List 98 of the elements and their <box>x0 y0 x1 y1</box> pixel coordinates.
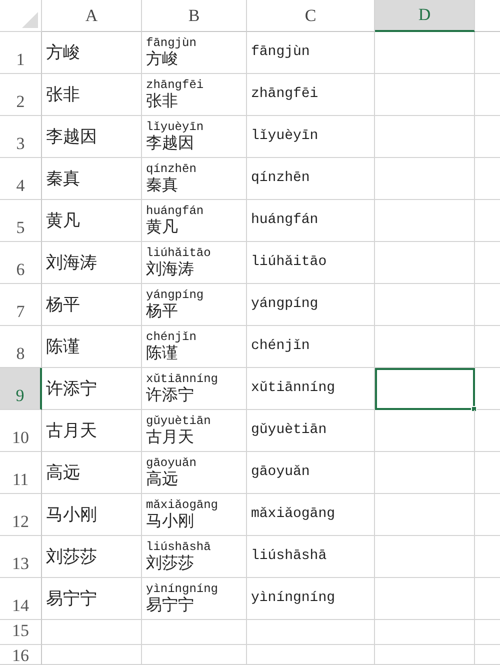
row-header[interactable]: 4 <box>0 158 42 200</box>
empty-cell[interactable] <box>142 620 247 645</box>
phonetic-text: lǐyuèyīn <box>146 120 205 134</box>
table-cell: gǔyuètiān <box>247 410 375 452</box>
empty-cell[interactable] <box>142 645 247 665</box>
phonetic-text: mǎxiǎogāng <box>146 498 220 512</box>
table-cell: 张非 <box>42 74 142 116</box>
table-cell: 黄凡 <box>42 200 142 242</box>
fill-handle[interactable] <box>471 406 477 412</box>
phonetic-text: fāngjùn <box>146 36 198 50</box>
phonetic-text: liúhǎitāo <box>146 246 212 260</box>
table-cell-text: 黄凡 <box>146 218 179 237</box>
row-header[interactable]: 11 <box>0 452 42 494</box>
row-header[interactable]: 9 <box>0 368 42 410</box>
phonetic-text: zhāngfēi <box>146 78 205 92</box>
table-cell: 陈谨 <box>42 326 142 368</box>
table-cell: 秦真 <box>42 158 142 200</box>
table-cell: chénjǐn <box>247 326 375 368</box>
empty-cell[interactable] <box>375 410 475 452</box>
phonetic-text: yángpíng <box>146 288 205 302</box>
table-cell: qínzhēn <box>247 158 375 200</box>
table-cell: 易宁宁 <box>42 578 142 620</box>
empty-cell[interactable] <box>375 74 475 116</box>
table-cell: huángfán <box>247 200 375 242</box>
column-header[interactable]: B <box>142 0 247 32</box>
table-cell-text: 高远 <box>146 470 179 489</box>
phonetic-text: yìníngníng <box>146 582 220 596</box>
row-header[interactable]: 16 <box>0 645 42 665</box>
row-header[interactable]: 7 <box>0 284 42 326</box>
table-cell: 刘莎莎 <box>42 536 142 578</box>
row-header[interactable]: 6 <box>0 242 42 284</box>
table-cell: 李越因 <box>42 116 142 158</box>
select-all-icon[interactable] <box>22 12 38 28</box>
row-header[interactable]: 8 <box>0 326 42 368</box>
table-cell: gāoyuǎn <box>247 452 375 494</box>
table-cell: lǐyuèyīn <box>247 116 375 158</box>
empty-cell[interactable] <box>375 116 475 158</box>
phonetic-text: qínzhēn <box>146 162 198 176</box>
table-cell-text: 易宁宁 <box>146 596 195 615</box>
table-cell: 许添宁 <box>42 368 142 410</box>
phonetic-text: gāoyuǎn <box>146 456 198 470</box>
table-cell-text: 方峻 <box>146 50 179 69</box>
table-cell-text: 刘海涛 <box>146 260 195 279</box>
table-cell-text: 刘莎莎 <box>146 554 195 573</box>
table-cell-text: 张非 <box>146 92 179 111</box>
phonetic-text: liúshāshā <box>146 540 212 554</box>
empty-cell[interactable] <box>375 578 475 620</box>
table-cell-text: 马小刚 <box>146 512 195 531</box>
table-cell: zhāngfēi <box>247 74 375 116</box>
table-cell: 高远 <box>42 452 142 494</box>
empty-cell[interactable] <box>375 242 475 284</box>
empty-cell[interactable] <box>247 645 375 665</box>
table-cell: 方峻 <box>42 32 142 74</box>
row-header[interactable]: 15 <box>0 620 42 645</box>
table-cell: 马小刚 <box>42 494 142 536</box>
table-cell: mǎxiǎogāng <box>247 494 375 536</box>
selected-cell[interactable] <box>375 368 475 410</box>
table-cell-text: 古月天 <box>146 428 195 447</box>
row-header[interactable]: 2 <box>0 74 42 116</box>
table-cell-text: 李越因 <box>146 134 195 153</box>
column-header[interactable]: C <box>247 0 375 32</box>
empty-cell[interactable] <box>375 452 475 494</box>
table-cell: 古月天 <box>42 410 142 452</box>
table-cell: yángpíng <box>247 284 375 326</box>
empty-cell[interactable] <box>375 645 475 665</box>
phonetic-text: chénjǐn <box>146 330 198 344</box>
row-header[interactable]: 12 <box>0 494 42 536</box>
phonetic-text: xǔtiānníng <box>146 372 220 386</box>
empty-cell[interactable] <box>375 284 475 326</box>
table-cell: xǔtiānníng <box>247 368 375 410</box>
table-cell-text: 秦真 <box>146 176 179 195</box>
phonetic-text: huángfán <box>146 204 205 218</box>
row-header[interactable]: 13 <box>0 536 42 578</box>
row-header[interactable]: 14 <box>0 578 42 620</box>
table-cell: 杨平 <box>42 284 142 326</box>
table-cell: 刘海涛 <box>42 242 142 284</box>
column-header[interactable]: D <box>375 0 475 32</box>
table-cell-text: 陈谨 <box>146 344 179 363</box>
empty-cell[interactable] <box>375 32 475 74</box>
row-header[interactable]: 10 <box>0 410 42 452</box>
table-cell-text: 许添宁 <box>146 386 195 405</box>
table-cell: liúshāshā <box>247 536 375 578</box>
table-cell-text: 杨平 <box>146 302 179 321</box>
table-cell: liúhǎitāo <box>247 242 375 284</box>
empty-cell[interactable] <box>375 536 475 578</box>
row-header[interactable]: 1 <box>0 32 42 74</box>
table-cell: yìníngníng <box>247 578 375 620</box>
empty-cell[interactable] <box>375 200 475 242</box>
empty-cell[interactable] <box>375 620 475 645</box>
empty-cell[interactable] <box>247 620 375 645</box>
empty-cell[interactable] <box>375 158 475 200</box>
table-cell: fāngjùn <box>247 32 375 74</box>
phonetic-text: gǔyuètiān <box>146 414 212 428</box>
empty-cell[interactable] <box>375 494 475 536</box>
row-header[interactable]: 3 <box>0 116 42 158</box>
empty-cell[interactable] <box>375 326 475 368</box>
row-header[interactable]: 5 <box>0 200 42 242</box>
column-header[interactable]: A <box>42 0 142 32</box>
